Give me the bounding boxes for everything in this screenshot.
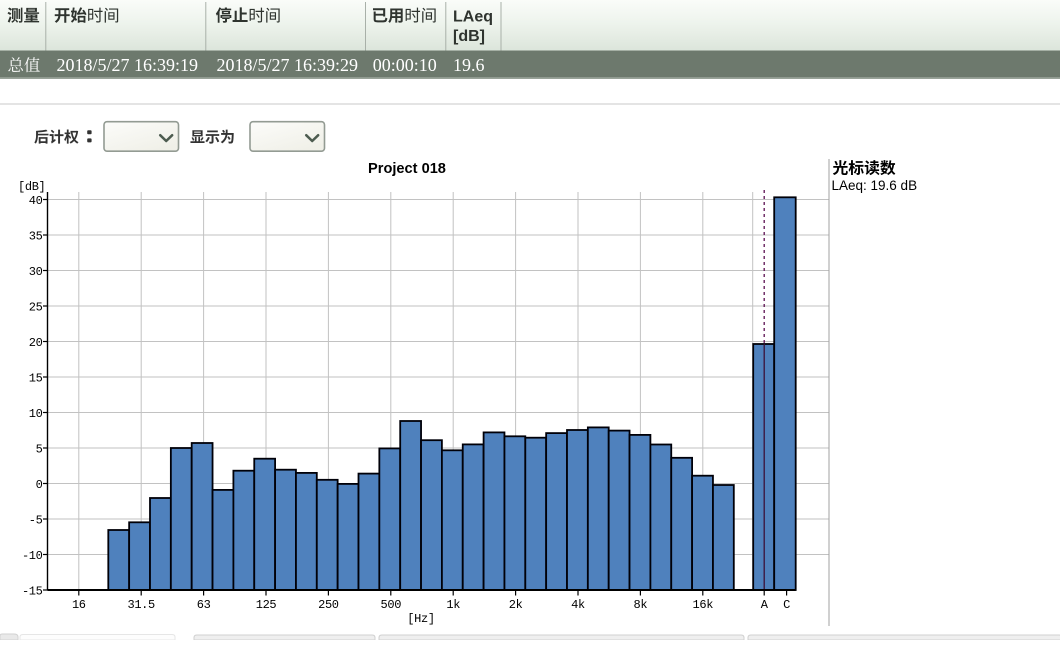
svg-text:2018/5/27 16:39:29: 2018/5/27 16:39:29	[217, 55, 359, 75]
svg-text:25: 25	[29, 300, 43, 314]
svg-text:00:00:10: 00:00:10	[373, 55, 437, 75]
svg-text:19.6: 19.6	[453, 55, 485, 75]
svg-text:C: C	[783, 598, 790, 612]
svg-text:A: A	[761, 598, 769, 612]
svg-text:0: 0	[36, 478, 43, 492]
svg-text:LAeq: 19.6 dB: LAeq: 19.6 dB	[832, 178, 918, 193]
svg-text:16: 16	[72, 598, 86, 612]
svg-text:-5: -5	[29, 513, 43, 527]
svg-text:16k: 16k	[693, 598, 714, 612]
svg-text:[dB]: [dB]	[18, 180, 45, 194]
svg-text:4k: 4k	[571, 598, 585, 612]
svg-text:63: 63	[197, 598, 211, 612]
svg-text:30: 30	[29, 265, 43, 279]
svg-text:2018/5/27 16:39:19: 2018/5/27 16:39:19	[57, 55, 199, 75]
svg-text:31.5: 31.5	[127, 598, 155, 612]
svg-text:[Hz]: [Hz]	[407, 612, 434, 626]
svg-text:8k: 8k	[634, 598, 648, 612]
svg-text:5: 5	[36, 442, 43, 456]
svg-text:LAeq: LAeq	[453, 8, 493, 25]
svg-text:10: 10	[29, 407, 43, 421]
svg-text:20: 20	[29, 336, 43, 350]
svg-text:125: 125	[256, 598, 277, 612]
svg-text:1k: 1k	[446, 598, 460, 612]
svg-text:Project 018: Project 018	[368, 161, 446, 177]
svg-text:500: 500	[381, 598, 402, 612]
svg-text:[dB]: [dB]	[453, 28, 485, 45]
svg-text:15: 15	[29, 371, 43, 385]
svg-text:-10: -10	[22, 549, 43, 563]
svg-text:-15: -15	[22, 584, 43, 598]
svg-text:250: 250	[318, 598, 339, 612]
svg-text:2k: 2k	[509, 598, 523, 612]
svg-text:35: 35	[29, 229, 43, 243]
svg-text:40: 40	[29, 194, 43, 208]
